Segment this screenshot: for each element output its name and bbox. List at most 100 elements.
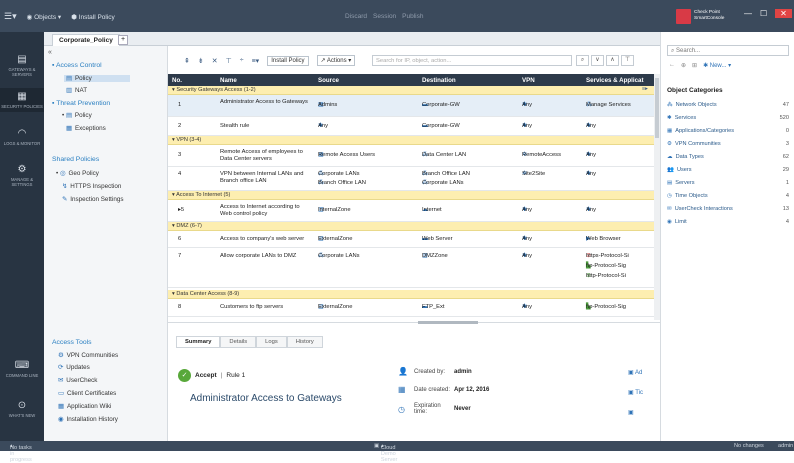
updates-icon: ⟳ — [58, 364, 64, 371]
section-header[interactable]: ▾ VPN (3-4) — [168, 136, 654, 145]
actions-button[interactable]: ↗ Actions ▾ — [316, 55, 356, 66]
menu-list-icon[interactable]: ≡▾ — [252, 57, 260, 65]
category-network-objects[interactable]: ⁂ Network Objects 47 — [667, 102, 789, 108]
install-policy-button[interactable]: Install Policy — [267, 55, 309, 66]
rule-action: ✓ Accept | Rule 1 — [178, 369, 245, 382]
tab-corporate-policy[interactable]: Corporate_Policy — [52, 34, 120, 46]
pin-icon[interactable]: ⊤ — [621, 55, 634, 66]
table-row[interactable]: 6 Access to company's web server ▥ Extern… — [168, 231, 654, 248]
col-destination[interactable]: Destination — [422, 77, 456, 84]
section-header[interactable]: ▾ DMZ (6-7) — [168, 222, 654, 231]
session-menu[interactable]: Session — [373, 13, 396, 20]
search-icon[interactable]: ⌕ — [576, 55, 589, 66]
new-object-button[interactable]: ✱ New... ▾ — [703, 62, 731, 69]
section-menu-icon[interactable]: ≡▸ — [642, 86, 648, 92]
discard-button[interactable]: Discard — [345, 13, 367, 20]
detail-link-1[interactable]: ▣ Ad — [628, 369, 642, 376]
tool-usercheck[interactable]: ✉ UserCheck — [58, 377, 97, 384]
close-button[interactable]: ✕ — [775, 9, 792, 18]
splitter-handle[interactable] — [418, 321, 478, 324]
table-row[interactable]: 3 Remote Access of employees to Data Cen… — [168, 145, 654, 167]
category-users[interactable]: 👥 Users 29 — [667, 167, 789, 173]
nav-gateways-servers[interactable]: ▤ GATEWAYS & SERVERS — [0, 54, 44, 77]
section-header[interactable]: ▾ Security Gateways Access (1-2) ≡▸ — [168, 86, 654, 95]
category-count: 47 — [782, 102, 789, 108]
minimize-button[interactable]: — — [744, 9, 752, 18]
category-usercheck-interactions[interactable]: ✉ UserCheck Interactions 13 — [667, 206, 789, 212]
category-servers[interactable]: ▤ Servers 1 — [667, 180, 789, 186]
scrollbar-thumb[interactable] — [655, 78, 659, 138]
grid-icon[interactable]: ⊞ — [692, 62, 697, 69]
rule-search-input[interactable]: Search for IP, object, action... — [372, 55, 572, 66]
tool-client-certificates[interactable]: ▭ Client Certificates — [58, 390, 116, 397]
objects-menu[interactable]: ◉ Objects ▾ — [27, 13, 62, 21]
rule-details-pane: Summary Details Logs History ✓ Accept | … — [168, 321, 660, 441]
user-status[interactable]: admin — [778, 443, 793, 449]
tree-access-control[interactable]: ▪ Access Control — [52, 62, 102, 69]
category-applications[interactable]: ▦ Applications/Categories 0 — [667, 128, 789, 134]
category-time-objects[interactable]: ◷ Time Objects 4 — [667, 193, 789, 199]
menu-icon[interactable]: ☰▾ — [4, 11, 17, 22]
back-icon[interactable]: ← — [669, 62, 675, 69]
category-vpn-communities[interactable]: ⚙ VPN Communities 3 — [667, 141, 789, 147]
nav-manage-settings[interactable]: ⚙ MANAGE & SETTINGS — [0, 164, 44, 187]
chevron-up-icon[interactable]: ∧ — [606, 55, 619, 66]
tree-nat[interactable]: ▥ NAT — [66, 87, 87, 94]
col-vpn[interactable]: VPN — [522, 77, 535, 84]
chevron-down-icon[interactable]: ∨ — [591, 55, 604, 66]
table-row[interactable]: 8 Customers to ftp servers ▥ ExternalZone… — [168, 299, 654, 317]
add-rule-below-icon[interactable]: ⇟ — [198, 57, 204, 65]
server-status[interactable]: ▣ Cloud Demo Server ▴ — [374, 443, 397, 463]
publish-button[interactable]: Publish — [402, 13, 423, 20]
section-icon[interactable]: ÷ — [240, 57, 244, 64]
tree-https-inspection[interactable]: ↯ HTTPS Inspection — [62, 183, 121, 190]
table-row[interactable]: 4 VPN between Internal LANs and Branch o… — [168, 167, 654, 191]
tree-geo-policy[interactable]: • ◎ Geo Policy — [56, 170, 99, 177]
table-row[interactable]: 2 Stealth rule ✱ Any ▬ Corporate-GW ✱ Any ✱… — [168, 117, 654, 136]
vpn-communities-icon: ⚙ — [58, 352, 64, 359]
tool-installation-history[interactable]: ◉ Installation History — [58, 416, 118, 423]
nav-whats-new[interactable]: ⊙ WHAT'S NEW — [0, 400, 44, 418]
col-services[interactable]: Services & Applicat — [586, 77, 644, 84]
tree-policy[interactable]: ▤ Policy — [64, 75, 130, 82]
install-policy-top[interactable]: ⬢ Install Policy — [71, 13, 115, 21]
add-rule-above-icon[interactable]: ⇞ — [184, 57, 190, 65]
add-tab-button[interactable]: + — [118, 35, 128, 45]
tab-details[interactable]: Details — [220, 336, 257, 348]
category-data-types[interactable]: ☁ Data Types 62 — [667, 154, 789, 160]
policy-icon: ▤ — [65, 112, 72, 119]
tree-exceptions[interactable]: ▦ Exceptions — [66, 125, 106, 132]
filter-icon[interactable]: ⊤ — [226, 57, 232, 65]
nav-logs-monitor[interactable]: ◠ LOGS & MONITOR — [0, 128, 44, 146]
tree-inspection-settings[interactable]: ✎ Inspection Settings — [62, 196, 124, 203]
filter-icon[interactable]: ⊕ — [681, 62, 686, 69]
tool-vpn-communities[interactable]: ⚙ VPN Communities — [58, 352, 118, 359]
detail-link-2[interactable]: ▣ Tic — [628, 389, 643, 396]
tab-logs[interactable]: Logs — [256, 336, 287, 348]
detail-link-3[interactable]: ▣ — [628, 409, 634, 416]
category-limit[interactable]: ◉ Limit 4 — [667, 219, 789, 225]
table-row[interactable]: 7 Allow corporate LANs to DMZ ⁂ Corporate… — [168, 248, 654, 288]
tab-summary[interactable]: Summary — [176, 336, 221, 348]
nav-command-line[interactable]: ⌨ COMMAND LINE — [0, 360, 44, 378]
table-row[interactable]: 1 Administrator Access to Gateways ▦ Admi… — [168, 95, 654, 117]
tool-updates[interactable]: ⟳ Updates — [58, 364, 90, 371]
tree-threat-prevention[interactable]: ▪ Threat Prevention — [52, 100, 110, 107]
maximize-button[interactable]: ☐ — [760, 9, 767, 18]
category-services[interactable]: ✱ Services 520 — [667, 115, 789, 121]
tool-application-wiki[interactable]: ▦ Application Wiki — [58, 403, 111, 410]
tree-tp-policy[interactable]: • ▤ Policy — [62, 112, 92, 119]
collapse-arrow-icon[interactable]: « — [48, 49, 52, 56]
object-search-input[interactable]: ⌕ Search... — [667, 45, 789, 56]
table-row[interactable]: ▸ 5 Access to Internet according to Web … — [168, 200, 654, 222]
col-name[interactable]: Name — [220, 77, 237, 84]
tab-history[interactable]: History — [286, 336, 323, 348]
col-source[interactable]: Source — [318, 77, 339, 84]
section-header[interactable]: ▾ Data Center Access (8-9) — [168, 290, 654, 299]
nav-label: MANAGE & SETTINGS — [10, 177, 34, 187]
tasks-status[interactable]: No tasks in progress ▴ — [10, 443, 32, 463]
delete-rule-icon[interactable]: ✕ — [212, 57, 218, 65]
col-no[interactable]: No. — [172, 77, 182, 84]
section-header[interactable]: ▾ Access To Internet (5) — [168, 191, 654, 200]
nav-security-policies[interactable]: ▦ SECURITY POLICIES — [0, 88, 44, 112]
